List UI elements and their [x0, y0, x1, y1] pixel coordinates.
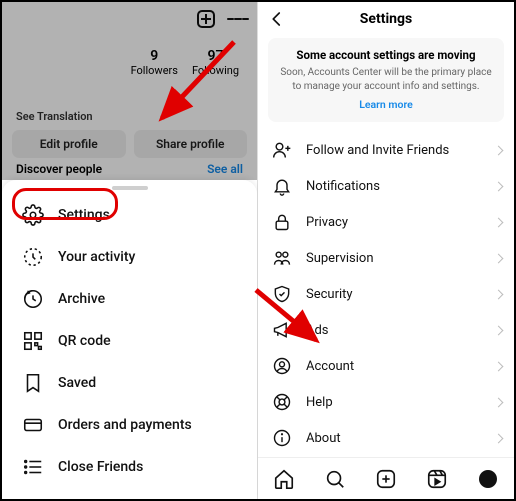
settings-item-ads[interactable]: Ads — [258, 312, 514, 348]
chevron-right-icon — [494, 361, 504, 371]
list-icon — [22, 456, 44, 478]
chevron-right-icon — [494, 397, 504, 407]
menu-item-settings[interactable]: Settings — [2, 194, 257, 236]
profile-stats: 9 Followers 97 Following — [131, 48, 239, 77]
followers-stat[interactable]: 9 Followers — [131, 48, 178, 77]
settings-header: Settings — [258, 2, 514, 36]
settings-item-security[interactable]: Security — [258, 276, 514, 312]
qr-icon — [22, 330, 44, 352]
menu-item-label: Archive — [58, 291, 105, 307]
settings-item-follow-invite[interactable]: Follow and Invite Friends — [258, 132, 514, 168]
bottom-nav — [258, 457, 514, 499]
nav-create-icon[interactable] — [375, 468, 397, 490]
settings-item-label: Ads — [306, 323, 329, 338]
banner-heading: Some account settings are moving — [280, 48, 492, 62]
settings-item-privacy[interactable]: Privacy — [258, 204, 514, 240]
sheet-grabber[interactable] — [112, 186, 148, 190]
chevron-right-icon — [494, 181, 504, 191]
edit-profile-button[interactable]: Edit profile — [12, 130, 126, 158]
info-banner: Some account settings are moving Soon, A… — [268, 38, 504, 122]
nav-profile-icon[interactable] — [477, 468, 499, 490]
share-profile-button[interactable]: Share profile — [134, 130, 248, 158]
settings-item-label: Help — [306, 395, 333, 410]
chevron-right-icon — [494, 325, 504, 335]
create-icon[interactable] — [195, 8, 217, 30]
settings-item-label: Account — [306, 359, 354, 374]
menu-item-archive[interactable]: Archive — [2, 278, 257, 320]
menu-item-label: QR code — [58, 333, 111, 349]
add-user-icon — [272, 140, 292, 160]
settings-list: Follow and Invite Friends Notifications … — [258, 132, 514, 456]
learn-more-link[interactable]: Learn more — [359, 98, 413, 111]
archive-icon — [22, 288, 44, 310]
following-count: 97 — [192, 48, 239, 64]
chevron-right-icon — [494, 253, 504, 263]
annotated-screenshot: 9 Followers 97 Following See Translation… — [0, 0, 516, 501]
right-phone: Settings Some account settings are movin… — [258, 2, 514, 499]
menu-item-closefriends[interactable]: Close Friends — [2, 446, 257, 488]
menu-item-label: Saved — [58, 375, 96, 391]
settings-item-label: Follow and Invite Friends — [306, 143, 449, 158]
chevron-right-icon — [494, 145, 504, 155]
info-icon — [272, 428, 292, 448]
settings-item-account[interactable]: Account — [258, 348, 514, 384]
bookmark-icon — [22, 372, 44, 394]
menu-icon[interactable] — [227, 8, 249, 30]
following-label: Following — [192, 64, 239, 77]
help-icon — [272, 392, 292, 412]
settings-item-label: About — [306, 431, 341, 446]
menu-item-activity[interactable]: Your activity — [2, 236, 257, 278]
lock-icon — [272, 212, 292, 232]
settings-item-supervision[interactable]: Supervision — [258, 240, 514, 276]
page-title: Settings — [258, 11, 514, 27]
menu-item-label: Settings — [58, 207, 110, 223]
megaphone-icon — [272, 320, 292, 340]
following-stat[interactable]: 97 Following — [192, 48, 239, 77]
settings-item-label: Notifications — [306, 179, 380, 194]
chevron-right-icon — [494, 217, 504, 227]
chevron-right-icon — [494, 289, 504, 299]
menu-item-saved[interactable]: Saved — [2, 362, 257, 404]
activity-icon — [22, 246, 44, 268]
settings-item-label: Supervision — [306, 251, 374, 266]
payments-icon — [22, 414, 44, 436]
settings-item-about[interactable]: About — [258, 420, 514, 456]
settings-item-label: Security — [306, 287, 353, 302]
menu-sheet: Settings Your activity Archive QR code — [2, 180, 257, 499]
menu-item-label: Orders and payments — [58, 417, 192, 433]
left-phone: 9 Followers 97 Following See Translation… — [2, 2, 258, 499]
nav-search-icon[interactable] — [324, 468, 346, 490]
see-all-link[interactable]: See all — [207, 162, 243, 176]
settings-item-notifications[interactable]: Notifications — [258, 168, 514, 204]
followers-count: 9 — [131, 48, 178, 64]
account-icon — [272, 356, 292, 376]
banner-text: Soon, Accounts Center will be the primar… — [280, 66, 492, 93]
nav-reels-icon[interactable] — [426, 468, 448, 490]
followers-label: Followers — [131, 64, 178, 77]
bell-icon — [272, 176, 292, 196]
menu-item-qr[interactable]: QR code — [2, 320, 257, 362]
menu-item-label: Your activity — [58, 249, 135, 265]
chevron-right-icon — [494, 433, 504, 443]
nav-home-icon[interactable] — [273, 468, 295, 490]
menu-item-orders[interactable]: Orders and payments — [2, 404, 257, 446]
profile-area: 9 Followers 97 Following See Translation… — [2, 2, 257, 180]
menu-item-label: Close Friends — [58, 459, 143, 475]
gear-icon — [22, 204, 44, 226]
settings-item-label: Privacy — [306, 215, 348, 230]
discover-people-label: Discover people — [16, 162, 102, 176]
supervision-icon — [272, 248, 292, 268]
settings-item-help[interactable]: Help — [258, 384, 514, 420]
see-translation-link[interactable]: See Translation — [16, 110, 93, 123]
shield-icon — [272, 284, 292, 304]
